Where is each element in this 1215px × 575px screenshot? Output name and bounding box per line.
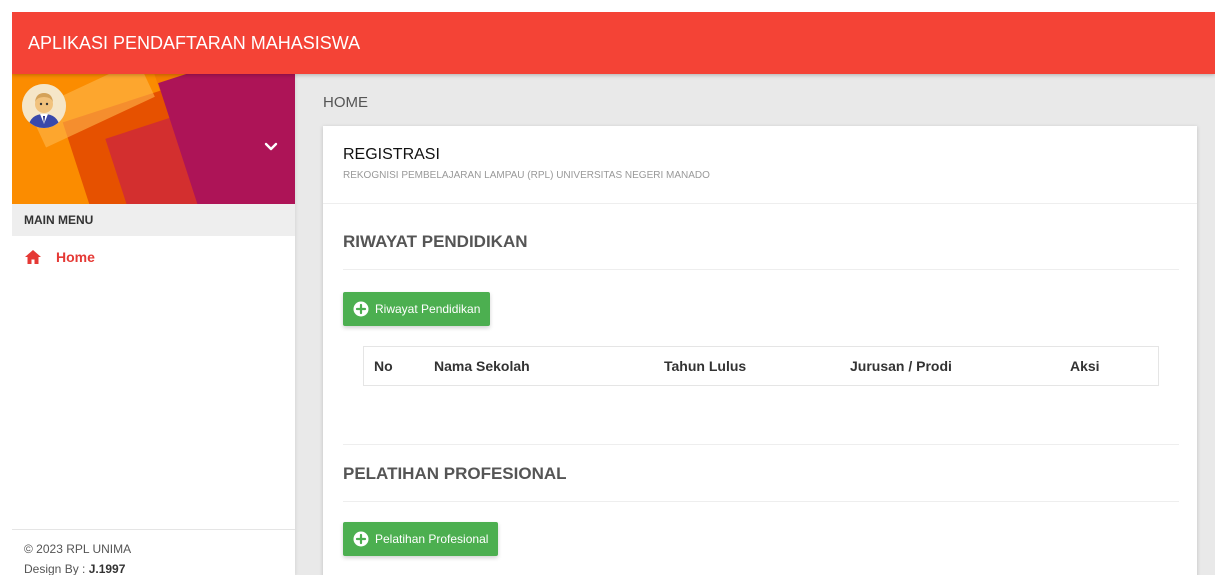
chevron-down-icon[interactable] bbox=[263, 138, 279, 154]
page-title: HOME bbox=[323, 94, 368, 111]
column-nama-sekolah: Nama Sekolah bbox=[434, 358, 530, 374]
column-tahun-lulus: Tahun Lulus bbox=[664, 358, 747, 374]
plus-circle-icon bbox=[353, 531, 369, 547]
sidebar: MAIN MENU Home © 2023 RPL UNIMA Design B… bbox=[12, 74, 295, 575]
sidebar-item-label: Home bbox=[56, 249, 95, 265]
riwayat-section: RIWAYAT PENDIDIKAN bbox=[343, 232, 1179, 270]
main-content: HOME REGISTRASI REKOGNISI PEMBELAJARAN L… bbox=[295, 74, 1215, 575]
app-stage: APLIKASI PENDAFTARAN MAHASISWA MAIN MENU… bbox=[12, 12, 1215, 575]
top-navbar: APLIKASI PENDAFTARAN MAHASISWA bbox=[12, 12, 1215, 74]
column-no: No bbox=[374, 358, 393, 374]
section-divider bbox=[343, 444, 1179, 445]
design-name: J.1997 bbox=[88, 562, 126, 575]
home-icon bbox=[24, 248, 42, 266]
add-pelatihan-button[interactable]: Pelatihan Profesional bbox=[343, 522, 499, 556]
pelatihan-section: PELATIHAN PROFESIONAL bbox=[343, 464, 1179, 502]
design-credit: Design By : J.1997 bbox=[24, 562, 295, 575]
card-header: REGISTRASI REKOGNISI PEMBELAJARAN LAMPAU… bbox=[323, 126, 1197, 204]
plus-circle-icon bbox=[353, 301, 369, 317]
sidebar-legal: © 2023 RPL UNIMA Design By : J.1997 bbox=[12, 529, 295, 575]
column-aksi: Aksi bbox=[1070, 358, 1100, 374]
copyright-text: © 2023 RPL UNIMA bbox=[24, 542, 132, 556]
add-riwayat-button[interactable]: Riwayat Pendidikan bbox=[343, 292, 491, 326]
design-label: Design By : bbox=[24, 562, 89, 575]
column-jurusan-prodi: Jurusan / Prodi bbox=[850, 358, 952, 374]
sidebar-item-home[interactable]: Home bbox=[12, 236, 295, 278]
card-title: REGISTRASI bbox=[343, 146, 440, 163]
registration-card: REGISTRASI REKOGNISI PEMBELAJARAN LAMPAU… bbox=[323, 126, 1197, 575]
pelatihan-title: PELATIHAN PROFESIONAL bbox=[343, 464, 1179, 502]
add-riwayat-label: Riwayat Pendidikan bbox=[375, 302, 481, 316]
add-pelatihan-label: Pelatihan Profesional bbox=[375, 532, 489, 546]
user-avatar[interactable] bbox=[22, 84, 66, 128]
riwayat-table-header: No Nama Sekolah Tahun Lulus Jurusan / Pr… bbox=[363, 346, 1159, 386]
riwayat-title: RIWAYAT PENDIDIKAN bbox=[343, 232, 1179, 270]
main-menu-header: MAIN MENU bbox=[12, 204, 295, 236]
user-info-banner bbox=[12, 74, 295, 204]
app-title[interactable]: APLIKASI PENDAFTARAN MAHASISWA bbox=[28, 33, 360, 53]
card-subtitle: REKOGNISI PEMBELAJARAN LAMPAU (RPL) UNIV… bbox=[343, 170, 710, 181]
